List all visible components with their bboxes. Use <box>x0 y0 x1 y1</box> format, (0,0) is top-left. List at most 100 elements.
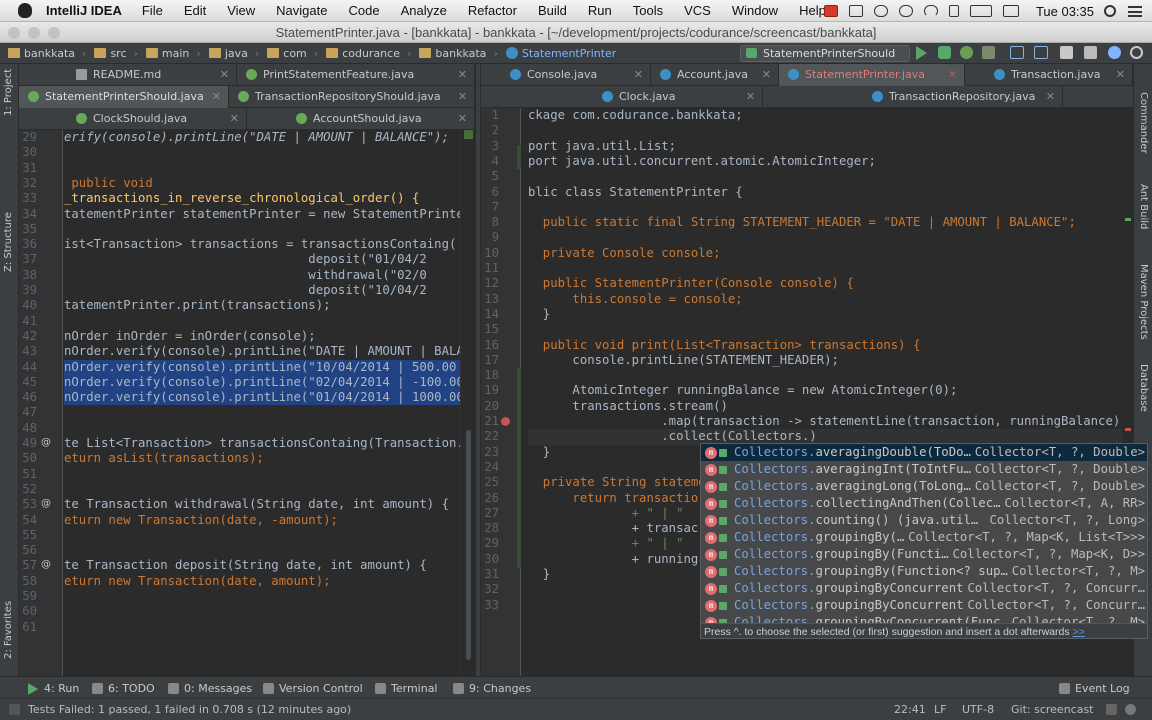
vcs-change-marker[interactable] <box>517 145 521 169</box>
menu-run[interactable]: Run <box>588 3 612 18</box>
run-tool-button[interactable]: 4: Run <box>28 682 79 695</box>
debug-icon[interactable] <box>938 46 951 59</box>
menu-navigate[interactable]: Navigate <box>276 3 327 18</box>
completion-item[interactable]: m Collectors.groupingBy(Function<? sup… Co… <box>701 563 1147 580</box>
tab-clock[interactable]: Clock.java ✕ <box>593 86 763 108</box>
database-tool-button[interactable]: Database <box>1138 364 1149 412</box>
override-marker-icon[interactable]: @ <box>41 559 51 570</box>
status-message[interactable]: Tests Failed: 1 passed, 1 failed in 0.70… <box>28 703 351 716</box>
menu-analyze[interactable]: Analyze <box>401 3 447 18</box>
vcs-change-marker[interactable] <box>517 368 521 568</box>
left-editor-scrollbar[interactable] <box>460 130 475 676</box>
tab-transactionrepositoryshould[interactable]: TransactionRepositoryShould.java ✕ <box>229 86 475 108</box>
inspection-ok-icon[interactable] <box>464 130 473 139</box>
completion-item[interactable]: m Collectors.averagingLong(ToLong… Collect… <box>701 478 1147 495</box>
flag-icon[interactable] <box>1002 5 1019 17</box>
completion-item[interactable]: m Collectors.groupingByConcurrent Collecto… <box>701 580 1147 597</box>
close-tab-icon[interactable]: ✕ <box>762 64 771 85</box>
list-icon[interactable] <box>1128 5 1142 17</box>
menu-file[interactable]: File <box>142 3 163 18</box>
sync-icon[interactable] <box>873 5 888 17</box>
breadcrumb-bankkata[interactable]: bankkata › <box>419 47 498 60</box>
lock-status-icon[interactable] <box>1106 704 1117 715</box>
battery-icon[interactable] <box>969 5 992 17</box>
event-log-tool-button[interactable]: Event Log <box>1059 682 1130 695</box>
close-tab-icon[interactable]: ✕ <box>746 86 755 107</box>
completion-item[interactable]: m Collectors.groupingByConcurrent Collecto… <box>701 597 1147 614</box>
breadcrumb-java[interactable]: java › <box>208 47 259 60</box>
help-icon[interactable] <box>1108 46 1121 59</box>
git-branch[interactable]: Git: screencast <box>1011 703 1094 716</box>
breadcrumb-statementprinter[interactable]: StatementPrinter <box>505 47 616 60</box>
tab-readme[interactable]: README.md ✕ <box>67 64 237 86</box>
breadcrumb-src[interactable]: src › <box>94 47 138 60</box>
close-tab-icon[interactable]: ✕ <box>948 64 957 85</box>
vcs-update-icon[interactable] <box>1010 46 1024 59</box>
changes-tool-button[interactable]: 9: Changes <box>453 682 531 695</box>
commander-tool-button[interactable]: Commander <box>1138 92 1149 154</box>
close-tab-icon[interactable]: ✕ <box>1116 64 1125 85</box>
zoom-window-button[interactable] <box>48 27 60 39</box>
breadcrumb-codurance[interactable]: codurance › <box>326 47 411 60</box>
close-tab-icon[interactable]: ✕ <box>1046 86 1055 107</box>
close-window-button[interactable] <box>8 27 20 39</box>
completion-item[interactable]: m Collectors.averagingDouble(ToDo… Collect… <box>701 444 1147 461</box>
close-tab-icon[interactable]: ✕ <box>230 108 239 129</box>
menu-help[interactable]: Help <box>799 3 826 18</box>
completion-item[interactable]: m Collectors.counting() (java.util… Collec… <box>701 512 1147 529</box>
record-icon[interactable] <box>823 5 838 17</box>
breadcrumb-com[interactable]: com › <box>267 47 318 60</box>
tab-printstatementfeature[interactable]: PrintStatementFeature.java ✕ <box>237 64 475 86</box>
run-configuration-select[interactable]: StatementPrinterShould (1) <box>740 45 910 75</box>
status-toggle-icon[interactable] <box>9 704 20 715</box>
tab-statementprinter[interactable]: StatementPrinter.java ✕ <box>779 64 965 86</box>
search-everywhere-icon[interactable] <box>1130 46 1143 59</box>
tab-statementprintershould[interactable]: StatementPrinterShould.java ✕ <box>19 86 229 108</box>
override-marker-icon[interactable]: @ <box>41 437 51 448</box>
close-tab-icon[interactable]: ✕ <box>634 64 643 85</box>
ant-build-tool-button[interactable]: Ant Build <box>1138 184 1149 229</box>
coverage-icon[interactable] <box>960 46 973 59</box>
tab-transactionrepository[interactable]: TransactionRepository.java ✕ <box>863 86 1063 108</box>
caret-position[interactable]: 22:41 <box>894 703 926 716</box>
breadcrumb-main[interactable]: main › <box>145 47 201 60</box>
messages-tool-button[interactable]: 0: Messages <box>168 682 252 695</box>
close-tab-icon[interactable]: ✕ <box>458 86 467 107</box>
structure-tool-button[interactable]: Z: Structure <box>3 212 14 272</box>
project-structure-icon[interactable] <box>1084 46 1097 59</box>
menu-window[interactable]: Window <box>732 3 778 18</box>
close-tab-icon[interactable]: ✕ <box>458 108 467 129</box>
breadcrumb-project[interactable]: bankkata › <box>8 47 86 60</box>
run-button[interactable] <box>916 46 932 61</box>
scroll-thumb[interactable] <box>466 430 471 660</box>
change-stripe-marker[interactable] <box>1125 218 1131 221</box>
tab-clockshould[interactable]: ClockShould.java ✕ <box>67 108 247 130</box>
app-name-menu[interactable]: IntelliJ IDEA <box>46 3 122 18</box>
tab-transaction[interactable]: Transaction.java ✕ <box>985 64 1133 86</box>
dropbox-icon[interactable] <box>848 5 863 17</box>
override-marker-icon[interactable]: @ <box>41 498 51 509</box>
tab-account[interactable]: Account.java ✕ <box>651 64 779 86</box>
completion-hint-link[interactable]: >> <box>1073 626 1085 638</box>
minimize-window-button[interactable] <box>28 27 40 39</box>
vcs-commit-icon[interactable] <box>1034 46 1048 59</box>
breakpoint-icon[interactable] <box>501 417 510 426</box>
terminal-tool-button[interactable]: Terminal <box>375 682 438 695</box>
settings-icon[interactable] <box>1060 46 1073 59</box>
close-tab-icon[interactable]: ✕ <box>212 86 221 107</box>
close-tab-icon[interactable]: ✕ <box>458 64 467 85</box>
menu-vcs[interactable]: VCS <box>684 3 711 18</box>
tab-console[interactable]: Console.java ✕ <box>501 64 651 86</box>
help-circle-icon[interactable] <box>898 5 913 17</box>
menubar-clock[interactable]: Tue 03:35 <box>1036 4 1094 19</box>
hector-icon[interactable] <box>1125 704 1136 715</box>
completion-item[interactable]: m Collectors.averagingInt(ToIntFu… Collect… <box>701 461 1147 478</box>
file-encoding[interactable]: UTF-8 <box>962 703 994 716</box>
error-stripe-marker[interactable] <box>1125 428 1131 431</box>
maven-projects-tool-button[interactable]: Maven Projects <box>1138 264 1149 340</box>
completion-item[interactable]: m Collectors.groupingBy(Functi… Collector<… <box>701 546 1147 563</box>
profile-icon[interactable] <box>982 46 995 59</box>
search-icon[interactable] <box>1104 5 1116 17</box>
line-separator[interactable]: LF <box>934 703 946 716</box>
tab-accountshould[interactable]: AccountShould.java ✕ <box>287 108 475 130</box>
